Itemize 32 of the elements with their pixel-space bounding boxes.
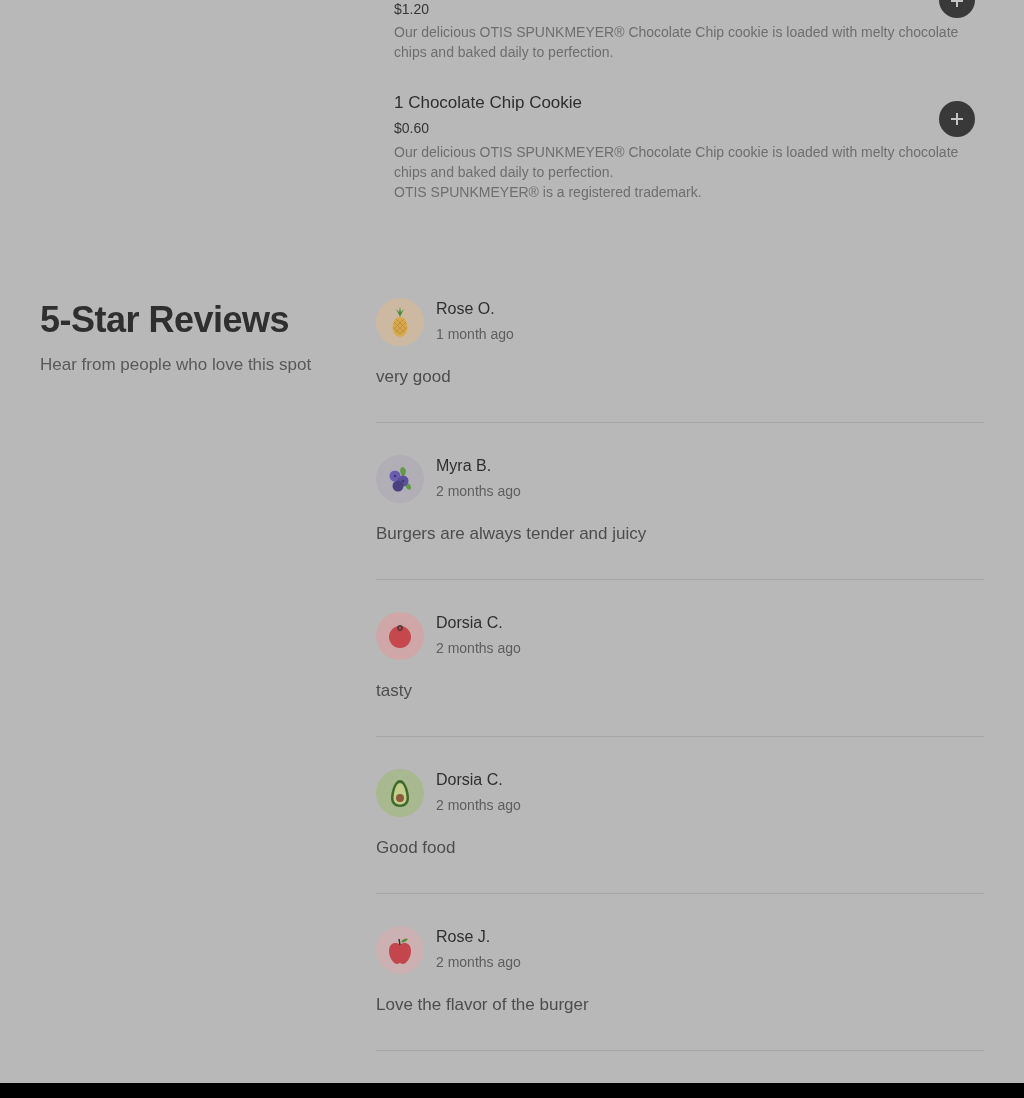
reviewer-name: Myra B. [436,456,493,476]
review-time: 2 months ago [436,482,521,501]
review-text: Burgers are always tender and juicy [376,523,648,545]
review-text: Love the flavor of the burger [376,994,590,1016]
item-price: $0.60 [394,119,431,137]
review-text: tasty [376,680,413,702]
item-description: Our delicious OTIS SPUNKMEYER® Chocolate Chip cookie is loaded with melty chocolate chips and baked daily to perfection. [394,143,960,182]
reviewer-name: Dorsia C. [436,770,504,790]
reviewer-name: Rose O. [436,299,496,319]
plus-icon [951,113,963,125]
tomato-avatar-icon [376,612,424,660]
review-time: 2 months ago [436,639,521,658]
section-heading: 5-Star Reviews [40,298,291,342]
review-text: Good food [376,837,457,859]
pineapple-avatar-icon [376,298,424,346]
reviewer-name: Rose J. [436,927,492,947]
item-description: Our delicious OTIS SPUNKMEYER® Chocolate Chip cookie is loaded with melty chocolate chips and baked daily to perfection. [394,23,960,62]
review-text: very good [376,366,452,388]
plus-icon [951,0,963,7]
add-button[interactable] [939,101,975,137]
trademark-note: OTIS SPUNKMEYER® is a registered trademark. [394,183,703,202]
section-subtitle: Hear from people who love this spot [40,354,313,376]
item-price: $1.20 [394,0,431,18]
reviewer-name: Dorsia C. [436,613,504,633]
avocado-avatar-icon [376,769,424,817]
apple-avatar-icon [376,926,424,974]
item-title: 1 Chocolate Chip Cookie [394,92,584,114]
review-time: 2 months ago [436,796,521,815]
review-time: 2 months ago [436,953,521,972]
blueberries-avatar-icon [376,455,424,503]
add-button[interactable] [939,0,975,18]
review-time: 1 month ago [436,325,514,344]
